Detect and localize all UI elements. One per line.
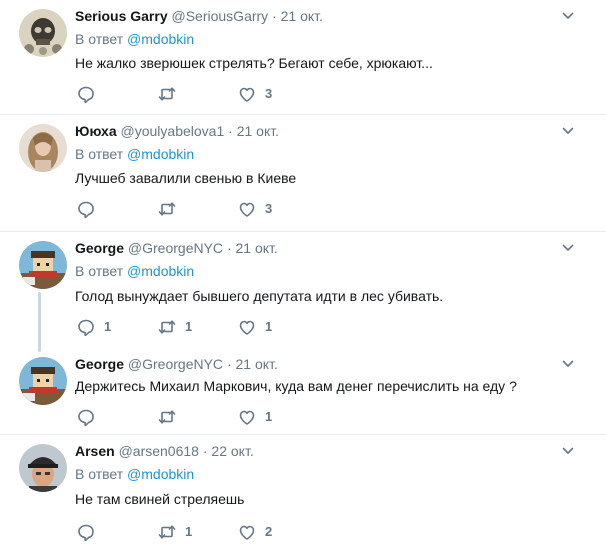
tweet[interactable]: Ююха @youlyabelova1 · 21 окт. В ответ @m… [0,115,606,231]
reply-button[interactable] [76,199,104,219]
retweet-button[interactable]: 1 [157,522,192,542]
tweet-text: Держитесь Михаил Маркович, куда вам дене… [75,378,517,394]
chevron-down-icon[interactable] [560,8,576,24]
heart-icon [237,522,257,542]
tweet-header: George @GreorgeNYC · 21 окт. [75,239,278,257]
retweet-icon [157,407,177,427]
heart-icon [237,317,257,337]
tweet-header: Ююха @youlyabelova1 · 21 окт. [75,122,279,140]
reply-prefix: В ответ [75,263,128,279]
reply-button[interactable] [76,84,104,104]
display-name[interactable]: Serious Garry [75,8,168,24]
tweet-text: Голод вынуждает бывшего депутата идти в … [75,288,444,304]
reply-icon [76,317,96,337]
reply-prefix: В ответ [75,466,128,482]
user-handle[interactable]: @GreorgeNYC [128,240,223,256]
reply-button[interactable]: 1 [76,317,111,337]
tweet-header: George @GreorgeNYC · 21 окт. [75,355,278,373]
like-count: 1 [265,409,273,424]
reply-icon [76,199,96,219]
avatar-man-cap-icon[interactable] [19,444,67,492]
timestamp[interactable]: 21 окт. [237,123,279,139]
like-count: 3 [265,86,273,101]
timestamp[interactable]: 21 окт. [236,356,278,372]
reply-context: В ответ @mdobkin [75,262,194,280]
avatar-cartoon-icon[interactable] [19,241,67,289]
avatar-woman-icon[interactable] [19,124,67,172]
avatar-skull-icon[interactable] [19,9,67,57]
mention-link[interactable]: @mdobkin [127,31,194,47]
separator-dot: · [272,8,277,24]
tweet[interactable]: George @GreorgeNYC · 21 окт. В ответ @md… [0,232,606,348]
reply-prefix: В ответ [75,146,128,162]
tweet[interactable]: Serious Garry @SeriousGarry · 21 окт. В … [0,0,606,114]
heart-icon [237,199,257,219]
reply-count: 1 [104,319,112,334]
separator-dot: · [226,240,232,256]
tweet-header: Arsen @arsen0618 · 22 окт. [75,442,254,460]
user-handle[interactable]: @youlyabelova1 [121,123,225,139]
user-handle[interactable]: @GreorgeNYC [128,356,223,372]
reply-icon [76,407,96,427]
reply-context: В ответ @mdobkin [75,145,194,163]
heart-icon [237,407,257,427]
retweet-count: 1 [185,524,193,539]
user-handle[interactable]: @arsen0618 [119,443,199,459]
tweet-header: Serious Garry @SeriousGarry · 21 окт. [75,7,323,25]
retweet-icon [157,317,177,337]
tweet[interactable]: George @GreorgeNYC · 21 окт. Держитесь М… [0,348,606,434]
like-count: 2 [265,524,273,539]
tweet-text: Лучшеб завалили свенью в Киеве [75,170,297,186]
retweet-count: 1 [185,319,193,334]
retweet-icon [157,522,177,542]
retweet-button[interactable] [157,407,185,427]
chevron-down-icon[interactable] [560,123,576,139]
tweet-text: Не там свиней стреляешь [75,491,245,507]
avatar-cartoon-icon[interactable] [19,357,67,405]
timestamp[interactable]: 22 окт. [211,443,253,459]
mention-link[interactable]: @mdobkin [127,263,194,279]
chevron-down-icon[interactable] [560,443,576,459]
reply-icon [76,522,96,542]
like-count: 1 [265,319,273,334]
retweet-button[interactable] [157,199,185,219]
user-handle[interactable]: @SeriousGarry [172,8,269,24]
tweet[interactable]: Arsen @arsen0618 · 22 окт. В ответ @mdob… [0,435,606,549]
display-name[interactable]: Ююха [75,123,117,139]
display-name[interactable]: George [75,240,124,256]
separator-dot: · [202,443,208,459]
retweet-button[interactable]: 1 [157,317,192,337]
retweet-icon [157,199,177,219]
chevron-down-icon[interactable] [560,356,576,372]
reply-button[interactable] [76,522,104,542]
timestamp[interactable]: 21 окт. [281,8,323,24]
timestamp[interactable]: 21 окт. [236,240,278,256]
reply-context: В ответ @mdobkin [75,30,194,48]
mention-link[interactable]: @mdobkin [127,146,194,162]
reply-icon [76,84,96,104]
like-count: 3 [265,201,273,216]
separator-dot: · [228,123,233,139]
separator-dot: · [226,356,232,372]
reply-prefix: В ответ [75,31,128,47]
retweet-icon [157,84,177,104]
like-button[interactable]: 1 [237,317,272,337]
chevron-down-icon[interactable] [560,240,576,256]
like-button[interactable]: 3 [237,199,272,219]
heart-icon [237,84,257,104]
tweet-text: Не жалко зверюшек стрелять? Бегают себе,… [75,55,433,71]
like-button[interactable]: 1 [237,407,272,427]
reply-context: В ответ @mdobkin [75,465,194,483]
like-button[interactable]: 3 [237,84,272,104]
mention-link[interactable]: @mdobkin [127,466,194,482]
retweet-button[interactable] [157,84,185,104]
reply-button[interactable] [76,407,104,427]
display-name[interactable]: Arsen [75,443,115,459]
display-name[interactable]: George [75,356,124,372]
like-button[interactable]: 2 [237,522,272,542]
